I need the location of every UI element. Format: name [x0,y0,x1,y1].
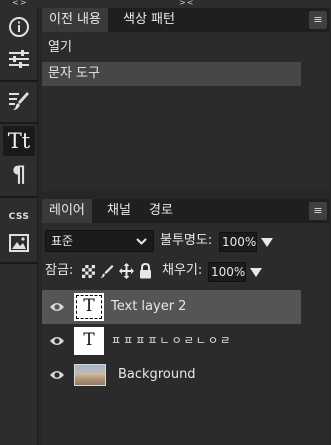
history-item-open[interactable]: 열기 [42,36,301,60]
tab-history[interactable]: 이전 내용 [42,8,108,32]
tab-channels[interactable]: 채널 [100,199,138,223]
adjustments-tool[interactable] [3,44,35,74]
chevron-down-icon [136,231,147,257]
image-icon [9,234,29,252]
image-tool[interactable] [3,228,35,258]
tab-swatches[interactable]: 색상 패턴 [116,8,182,32]
tab-layers[interactable]: 레이어 [42,199,92,223]
sliders-icon [9,50,29,68]
info-icon [9,17,29,37]
opacity-label: 불투명도: [160,233,213,248]
layer-name: Background [118,367,196,382]
history-item-type-tool[interactable]: 문자 도구 [42,62,301,86]
layers-panel: 레이어 채널 경로 ≡ 표준 불투명도: 100% 잠금: 채우기: 100% [42,199,329,445]
character-tool[interactable]: Tt [3,126,35,156]
lock-transparency-icon[interactable] [82,265,95,278]
text-layer-thumbnail: T [74,293,104,321]
layer-row-background[interactable]: Background [42,358,301,392]
brush-settings-icon [9,92,29,110]
history-tabbar: 이전 내용 색상 패턴 ≡ [42,8,329,32]
info-tool[interactable] [3,12,35,42]
toolbar-divider [0,80,38,82]
eye-icon[interactable] [49,300,65,314]
fill-dropdown-icon[interactable] [250,268,262,277]
layer-name: ㅍㅍㅍㅍㄴㅇㄹㄴㅇㄹ [111,334,233,347]
lock-all-icon[interactable] [139,263,152,279]
toolbar-divider [0,122,38,124]
paragraph-tool[interactable]: ¶ [3,160,35,190]
collapse-toolbar-button[interactable]: <> [12,0,27,7]
lock-pixels-icon[interactable] [100,264,114,279]
fill-label: 채우기: [162,263,203,278]
blend-mode-select[interactable]: 표준 [45,230,154,252]
blend-mode-value: 표준 [51,234,74,248]
tab-paths[interactable]: 경로 [142,199,180,223]
text-layer-thumbnail: T [74,327,104,355]
lock-label: 잠금: [45,263,74,278]
brush-settings-tool[interactable] [3,86,35,116]
side-toolbar: Tt ¶ CSS [0,8,38,445]
paragraph-icon: ¶ [12,162,26,188]
opacity-dropdown-icon[interactable] [261,238,273,247]
css-icon: CSS [8,212,30,222]
opacity-input[interactable]: 100% [219,232,257,252]
layers-tabbar: 레이어 채널 경로 ≡ [42,199,329,223]
collapse-panels-button[interactable]: >< [179,0,194,7]
history-menu-button[interactable]: ≡ [309,11,327,29]
top-strip [0,0,331,8]
lock-position-icon[interactable] [119,263,134,279]
toolbar-divider [0,196,38,198]
layer-row-hangul-text[interactable]: T ㅍㅍㅍㅍㄴㅇㄹㄴㅇㄹ [42,324,301,358]
eye-icon[interactable] [49,368,65,382]
character-icon: Tt [7,129,31,153]
background-layer-thumbnail [74,364,106,386]
history-panel: 이전 내용 색상 패턴 ≡ 열기 문자 도구 [42,8,329,191]
eye-icon[interactable] [49,334,65,348]
layer-name: Text layer 2 [111,299,187,314]
layer-row-text-layer-2[interactable]: T Text layer 2 [42,290,301,324]
fill-input[interactable]: 100% [208,262,246,282]
toolbar-divider [0,262,38,264]
layers-menu-button[interactable]: ≡ [309,202,327,220]
